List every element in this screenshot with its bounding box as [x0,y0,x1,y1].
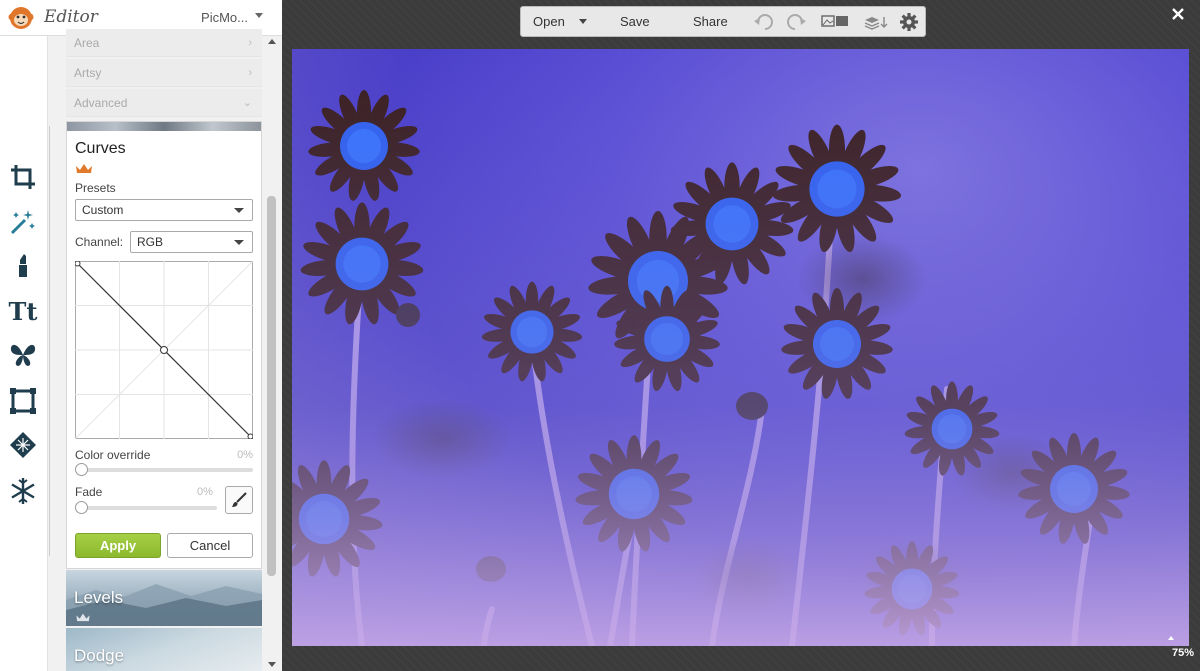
fade-value: 0% [197,486,213,498]
color-override-value: 0% [237,449,253,461]
color-override-label: Color override [75,448,151,462]
color-override-slider[interactable] [77,468,253,472]
presets-label: Presets [75,181,116,195]
zoom-level[interactable]: 75% [1172,647,1194,659]
presets-select[interactable]: Custom [75,199,253,221]
cancel-button[interactable]: Cancel [167,533,253,558]
crop-icon[interactable] [6,160,40,194]
undo-icon[interactable] [753,12,775,32]
account-menu[interactable]: PicMo... [201,10,248,25]
image-compare-icon[interactable] [821,12,851,32]
app-title: Editor [44,7,98,27]
tool-rail: Tt [0,36,48,671]
chevron-down-icon [234,208,244,213]
inverted-daisies-photo[interactable] [292,49,1189,646]
lipstick-icon[interactable] [6,248,40,282]
text-icon[interactable]: Tt [6,294,40,328]
fade-label: Fade [75,485,103,499]
channel-select[interactable]: RGB [130,231,253,253]
curves-thumbnail-strip [67,122,261,131]
editor-sidebar: Editor PicMo... Tt Area › Artsy › Advanc… [0,0,282,671]
canvas-area: Open Save Share 75% [282,0,1200,671]
effect-tile-levels[interactable]: Levels [66,570,262,626]
save-button[interactable]: Save [620,7,650,36]
scrollbar-thumb[interactable] [267,196,276,576]
menu-item-artsy[interactable]: Artsy › [66,59,262,87]
share-button[interactable]: Share [693,7,728,36]
effect-tile-dodge[interactable]: Dodge [66,628,262,671]
chevron-right-icon: › [248,37,252,49]
color-override-thumb[interactable] [75,463,88,476]
paintbrush-icon [232,492,247,507]
layers-icon[interactable] [863,12,889,32]
channel-label: Channel: [75,235,124,249]
fade-slider[interactable] [77,506,217,510]
apply-button[interactable]: Apply [75,533,161,558]
redo-icon[interactable] [785,12,807,32]
chevron-down-icon [234,240,244,245]
curve-point [247,433,253,439]
chevron-right-icon: › [248,67,252,79]
open-button[interactable]: Open [533,7,565,36]
zoom-toggle-icon[interactable] [1168,636,1174,640]
curve-point [75,261,81,267]
settings-icon[interactable] [898,12,920,32]
curves-panel: Curves Presets Custom Channel: RGB Color… [66,121,262,569]
menu-item-area[interactable]: Area › [66,29,262,57]
top-toolbar: Open Save Share [520,6,926,37]
scroll-up-arrow-icon[interactable] [268,39,276,44]
close-icon[interactable] [1170,6,1186,22]
paintbrush-button[interactable] [225,486,253,514]
crown-icon [76,613,90,622]
chevron-down-icon: ⌄ [242,97,252,109]
fade-thumb[interactable] [75,501,88,514]
frame-icon[interactable] [6,384,40,418]
chevron-down-icon[interactable] [255,13,263,18]
rail-divider [44,126,50,556]
monkey-logo-icon [8,7,34,29]
sidebar-scrollbar[interactable] [264,36,280,671]
curves-title: Curves [75,140,126,157]
butterfly-icon[interactable] [6,338,40,372]
texture-icon[interactable] [6,428,40,462]
photo-content [292,49,1189,646]
magic-wand-icon[interactable] [6,204,40,238]
snowflake-icon[interactable] [6,474,40,508]
scroll-down-arrow-icon[interactable] [268,662,276,667]
curve-point [160,346,168,354]
menu-item-advanced[interactable]: Advanced ⌄ [66,89,262,117]
curve-graph[interactable] [75,261,253,439]
crown-icon [76,164,92,173]
chevron-down-icon[interactable] [579,19,587,24]
